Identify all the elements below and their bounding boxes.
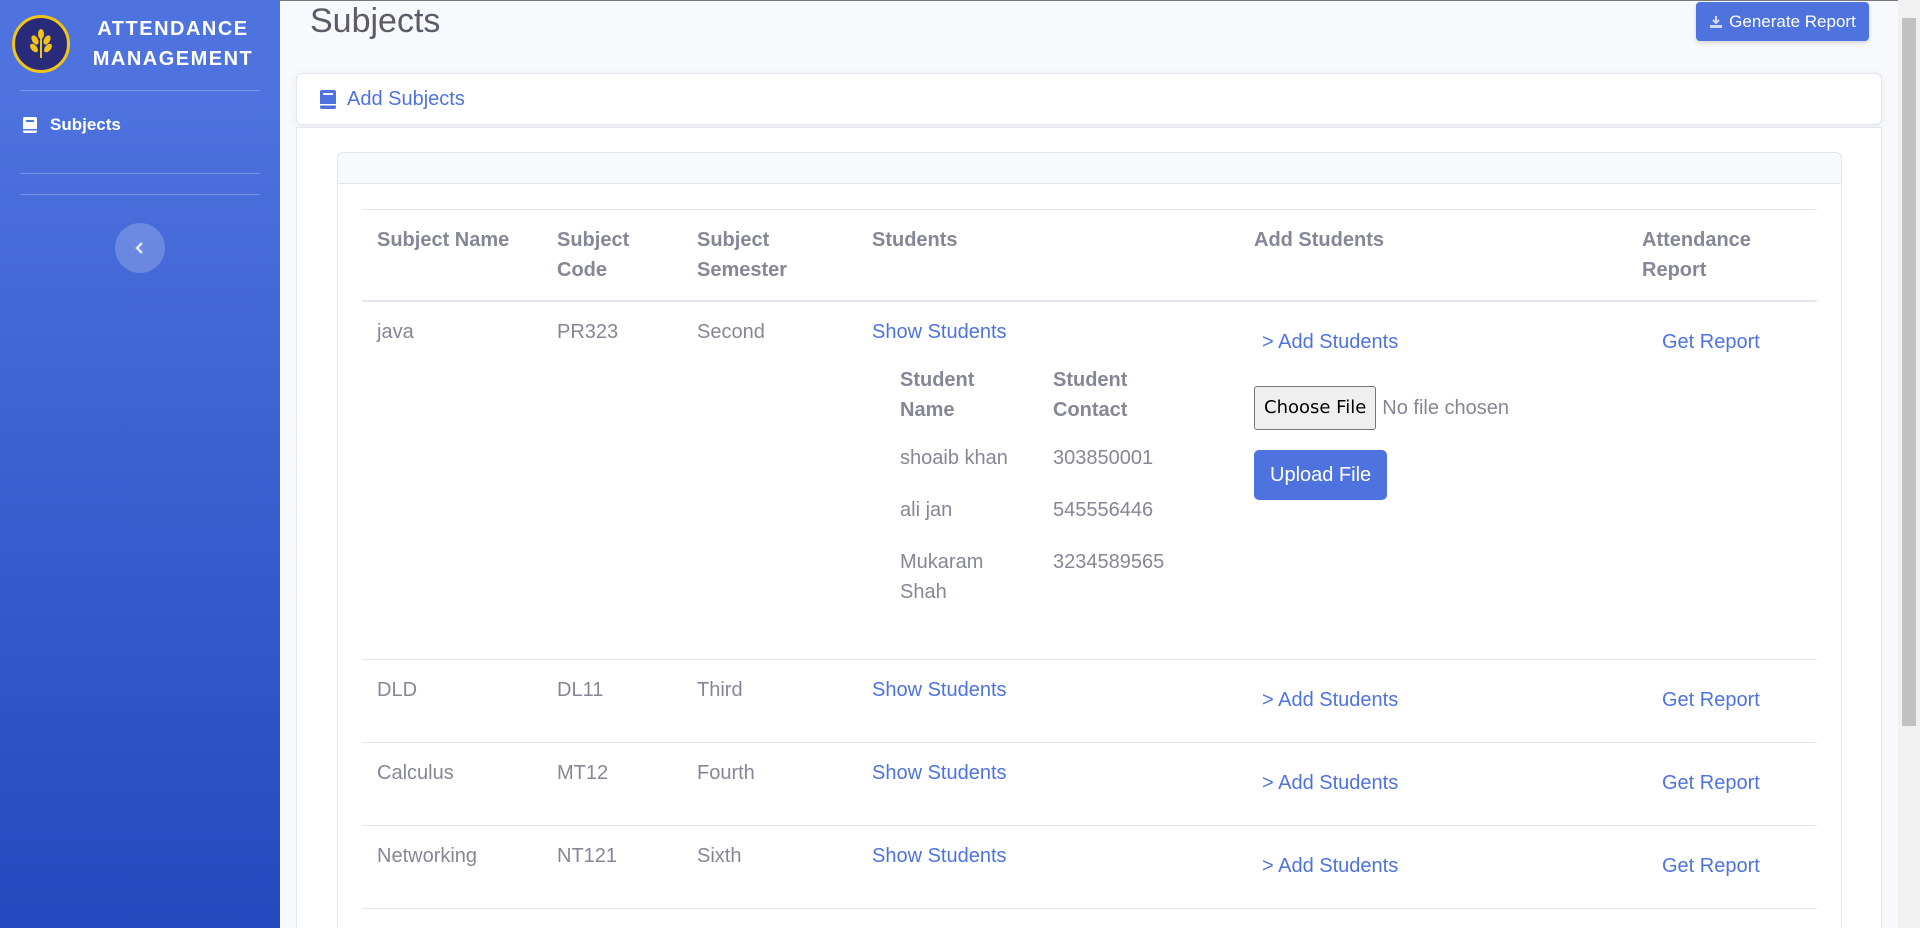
student-row: Mukaram Shah 3234589565 <box>900 547 1194 629</box>
subject-name: Networking <box>362 825 542 909</box>
header-subject-code: Subject Code <box>542 209 682 302</box>
chevron-left-icon <box>135 242 143 254</box>
generate-report-label: Generate Report <box>1729 11 1856 31</box>
generate-report-button[interactable]: Generate Report <box>1696 2 1869 41</box>
add-subjects-label: Add Subjects <box>347 87 465 110</box>
subject-semester: Sixth <box>682 825 857 909</box>
header-attendance-report: Attendance Report <box>1627 209 1817 302</box>
student-row: ali jan 545556446 <box>900 495 1194 547</box>
subjects-table: Subject Name Subject Code Subject Semester… <box>362 209 1817 909</box>
show-students-link[interactable]: Show Students <box>872 845 1007 867</box>
sidebar-toggle-button[interactable] <box>115 223 165 273</box>
table-row: Calculus MT12 Fourth Show Students > Add… <box>362 742 1817 826</box>
brand[interactable]: ATTENDANCE MANAGEMENT <box>0 0 280 88</box>
download-icon <box>1710 15 1723 28</box>
add-students-link[interactable]: > Add Students <box>1254 675 1612 715</box>
get-report-link[interactable]: Get Report <box>1642 758 1802 798</box>
add-students-cell: > Add Students <box>1239 659 1627 743</box>
students-cell: Show Students Student Name Student Contact… <box>857 301 1239 660</box>
header-student-contact: Student Contact <box>1053 369 1128 421</box>
student-row: shoaib khan 303850001 <box>900 443 1194 495</box>
report-cell: Get Report <box>1627 825 1817 909</box>
add-subjects-header[interactable]: Add Subjects <box>296 73 1882 125</box>
show-students-link[interactable]: Show Students <box>872 762 1007 784</box>
student-name: shoaib khan <box>900 447 1008 469</box>
header-students: Students <box>857 209 1239 302</box>
header-student-name: Student Name <box>900 369 975 421</box>
sidebar-item-subjects[interactable]: Subjects <box>0 91 280 159</box>
subject-semester: Third <box>682 659 857 743</box>
student-name: Mukaram Shah <box>900 551 984 603</box>
scrollbar[interactable] <box>1898 0 1920 928</box>
students-cell: Show Students <box>857 825 1239 909</box>
brand-line1: ATTENDANCE <box>97 18 249 40</box>
students-header-row: Student Name Student Contact <box>900 365 1194 443</box>
upload-file-button[interactable]: Upload File <box>1254 450 1388 500</box>
report-cell: Get Report <box>1627 301 1817 660</box>
scrollbar-thumb[interactable] <box>1902 18 1916 726</box>
student-name: ali jan <box>900 499 953 521</box>
subjects-table-card-header <box>337 152 1842 184</box>
book-icon <box>320 89 336 109</box>
subject-code: DL11 <box>542 659 682 743</box>
add-students-cell: > Add Students <box>1239 742 1627 826</box>
subject-code: MT12 <box>542 742 682 826</box>
subject-name: java <box>362 301 542 660</box>
students-cell: Show Students <box>857 742 1239 826</box>
page-title: Subjects <box>310 2 441 40</box>
top-border <box>280 0 1920 1</box>
choose-file-button[interactable]: Choose File <box>1254 386 1377 430</box>
subject-name: Calculus <box>362 742 542 826</box>
show-students-link[interactable]: Show Students <box>872 321 1007 343</box>
sidebar-divider <box>20 173 260 174</box>
student-contact: 3234589565 <box>1053 551 1165 573</box>
file-input: Choose File No file chosen <box>1254 386 1612 430</box>
subject-semester: Fourth <box>682 742 857 826</box>
header-subject-semester: Subject Semester <box>682 209 857 302</box>
header-subject-name: Subject Name <box>362 209 542 302</box>
get-report-link[interactable]: Get Report <box>1642 317 1802 357</box>
add-students-cell: > Add Students <box>1239 825 1627 909</box>
student-contact: 303850001 <box>1053 447 1154 469</box>
report-cell: Get Report <box>1627 742 1817 826</box>
add-students-cell: > Add Students Choose File No file chose… <box>1239 301 1627 660</box>
table-row: java PR323 Second Show Students Student N… <box>362 301 1817 660</box>
subject-code: NT121 <box>542 825 682 909</box>
logo-icon <box>12 15 70 73</box>
header-add-students: Add Students <box>1239 209 1627 302</box>
add-students-link[interactable]: > Add Students <box>1254 841 1612 881</box>
get-report-link[interactable]: Get Report <box>1642 675 1802 715</box>
book-icon <box>23 117 37 133</box>
subject-semester: Second <box>682 301 857 660</box>
sidebar-item-label: Subjects <box>50 115 121 134</box>
students-cell: Show Students <box>857 659 1239 743</box>
sidebar: ATTENDANCE MANAGEMENT Subjects <box>0 0 280 928</box>
get-report-link[interactable]: Get Report <box>1642 841 1802 881</box>
table-row: Networking NT121 Sixth Show Students > A… <box>362 825 1817 909</box>
table-row: DLD DL11 Third Show Students > Add Stude… <box>362 659 1817 743</box>
add-students-link[interactable]: > Add Students <box>1254 758 1612 798</box>
brand-title: ATTENDANCE MANAGEMENT <box>70 14 268 74</box>
report-cell: Get Report <box>1627 659 1817 743</box>
show-students-link[interactable]: Show Students <box>872 679 1007 701</box>
student-contact: 545556446 <box>1053 499 1154 521</box>
brand-line2: MANAGEMENT <box>92 48 254 70</box>
add-students-link[interactable]: > Add Students <box>1254 317 1612 357</box>
students-table: Student Name Student Contact shoaib khan 3… <box>900 365 1194 629</box>
table-header-row: Subject Name Subject Code Subject Semester… <box>362 209 1817 302</box>
subject-name: DLD <box>362 659 542 743</box>
sidebar-divider <box>20 194 260 195</box>
subject-code: PR323 <box>542 301 682 660</box>
file-status: No file chosen <box>1382 397 1510 419</box>
